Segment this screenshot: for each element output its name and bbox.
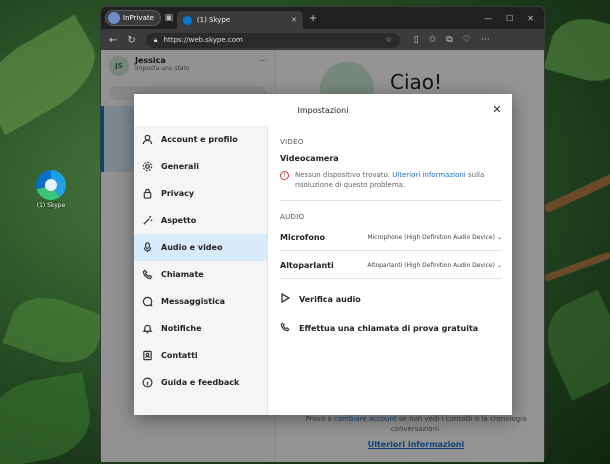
menu-item-contacts[interactable]: Contatti xyxy=(134,342,267,369)
background-branch xyxy=(543,171,610,214)
reading-view-icon[interactable]: ▯ xyxy=(414,35,419,45)
menu-item-messaging[interactable]: Messaggistica xyxy=(134,288,267,315)
tab-skype[interactable]: (1) Skype ✕ xyxy=(176,11,303,29)
menu-item-appearance[interactable]: Aspetto xyxy=(134,207,267,234)
speaker-row: Altoparlanti Altoparlanti (High Definiti… xyxy=(280,261,502,270)
inprivate-badge[interactable]: InPrivate xyxy=(105,10,161,26)
bell-icon xyxy=(141,323,153,335)
tab-bar: InPrivate ▣ (1) Skype ✕ + — ☐ ✕ xyxy=(101,7,544,29)
lock-icon xyxy=(141,188,153,200)
menu-item-help[interactable]: Guida e feedback xyxy=(134,369,267,396)
camera-help-link[interactable]: Ulteriori informazioni xyxy=(392,171,466,179)
window-controls: — ☐ ✕ xyxy=(484,14,540,23)
chevron-down-icon: ⌄ xyxy=(496,262,502,269)
background-leaf xyxy=(0,371,97,464)
favorite-star-icon[interactable]: ☆ xyxy=(386,36,392,44)
maximize-icon[interactable]: ☐ xyxy=(506,14,513,23)
video-section-header: VIDEO xyxy=(280,138,304,146)
dialog-title-text: Impostazioni xyxy=(297,105,349,115)
microphone-select[interactable]: Microphone (High Definition Audio Device… xyxy=(367,234,502,241)
new-tab-icon[interactable]: + xyxy=(309,13,317,24)
navigation-bar: ← ↻ 🔒︎ https://web.skype.com ☆ ▯ ✩ ⧉ ♡ ⋯ xyxy=(101,29,544,51)
phone-icon xyxy=(141,269,153,281)
audio-section-header: AUDIO xyxy=(280,213,305,221)
menu-item-calls[interactable]: Chiamate xyxy=(134,261,267,288)
background-leaf xyxy=(0,14,110,136)
microphone-icon xyxy=(141,242,153,254)
minimize-icon[interactable]: — xyxy=(484,14,492,23)
window-close-icon[interactable]: ✕ xyxy=(527,14,534,23)
contacts-icon xyxy=(141,350,153,362)
toolbar-icons: ▯ ✩ ⧉ ♡ ⋯ xyxy=(414,35,490,45)
edge-icon xyxy=(36,170,66,200)
address-text: https://web.skype.com xyxy=(163,36,243,44)
user-icon xyxy=(141,134,153,146)
close-icon[interactable]: ✕ xyxy=(490,103,504,117)
skype-favicon-icon xyxy=(182,15,192,25)
tab-close-icon[interactable]: ✕ xyxy=(291,16,297,24)
background-branch xyxy=(543,251,610,282)
background-leaf xyxy=(543,10,610,90)
desktop-shortcut-skype[interactable]: (1) Skype xyxy=(30,170,72,209)
camera-label: Videocamera xyxy=(280,154,339,163)
chat-icon xyxy=(141,296,153,308)
row-divider xyxy=(280,250,502,251)
alert-icon: ! xyxy=(280,171,289,180)
info-icon xyxy=(141,377,153,389)
phone-icon xyxy=(280,322,290,334)
chevron-down-icon: ⌄ xyxy=(496,234,502,241)
menu-item-notifications[interactable]: Notifiche xyxy=(134,315,267,342)
verify-audio-button[interactable]: Verifica audio xyxy=(280,292,502,305)
microphone-row: Microfono Microphone (High Definition Au… xyxy=(280,233,502,242)
row-divider xyxy=(280,278,502,279)
tab-actions-icon[interactable]: ▣ xyxy=(161,13,177,23)
menu-item-privacy[interactable]: Privacy xyxy=(134,180,267,207)
refresh-icon[interactable]: ↻ xyxy=(127,35,135,46)
lock-icon: 🔒︎ xyxy=(153,35,158,44)
menu-item-audio-video[interactable]: Audio e video xyxy=(134,234,267,261)
gear-icon xyxy=(141,161,153,173)
microphone-label: Microfono xyxy=(280,233,326,242)
camera-warning-text: Nessun dispositivo trovato. xyxy=(295,171,390,179)
tab-title: (1) Skype xyxy=(196,16,231,24)
menu-item-account[interactable]: Account e profilo xyxy=(134,126,267,153)
desktop-shortcut-label: (1) Skype xyxy=(36,202,66,209)
settings-dialog: Impostazioni ✕ Account e profilo General… xyxy=(134,94,512,415)
background-leaf xyxy=(2,286,108,374)
profile-avatar-icon xyxy=(108,12,120,24)
test-call-button[interactable]: Effettua una chiamata di prova gratuita xyxy=(280,322,502,334)
dialog-title: Impostazioni ✕ xyxy=(134,94,512,126)
wand-icon xyxy=(141,215,153,227)
speaker-label: Altoparlanti xyxy=(280,261,334,270)
settings-menu: Account e profilo Generali Privacy Aspet… xyxy=(134,126,268,415)
favorites-icon[interactable]: ✩ xyxy=(429,35,437,45)
menu-item-general[interactable]: Generali xyxy=(134,153,267,180)
more-menu-icon[interactable]: ⋯ xyxy=(481,35,490,45)
collections-icon[interactable]: ⧉ xyxy=(446,35,452,45)
inprivate-label: InPrivate xyxy=(123,14,154,22)
extensions-icon[interactable]: ♡ xyxy=(463,35,471,45)
play-icon xyxy=(280,292,291,305)
background-leaf xyxy=(534,289,610,401)
settings-panel: VIDEO Videocamera ! Nessun dispositivo t… xyxy=(280,126,502,334)
speaker-select[interactable]: Altoparlanti (High Definition Audio Devi… xyxy=(367,262,502,269)
section-divider xyxy=(280,200,502,201)
back-icon[interactable]: ← xyxy=(109,35,117,46)
camera-warning: ! Nessun dispositivo trovato. Ulteriori … xyxy=(280,170,502,190)
address-bar[interactable]: 🔒︎ https://web.skype.com ☆ xyxy=(145,32,400,48)
